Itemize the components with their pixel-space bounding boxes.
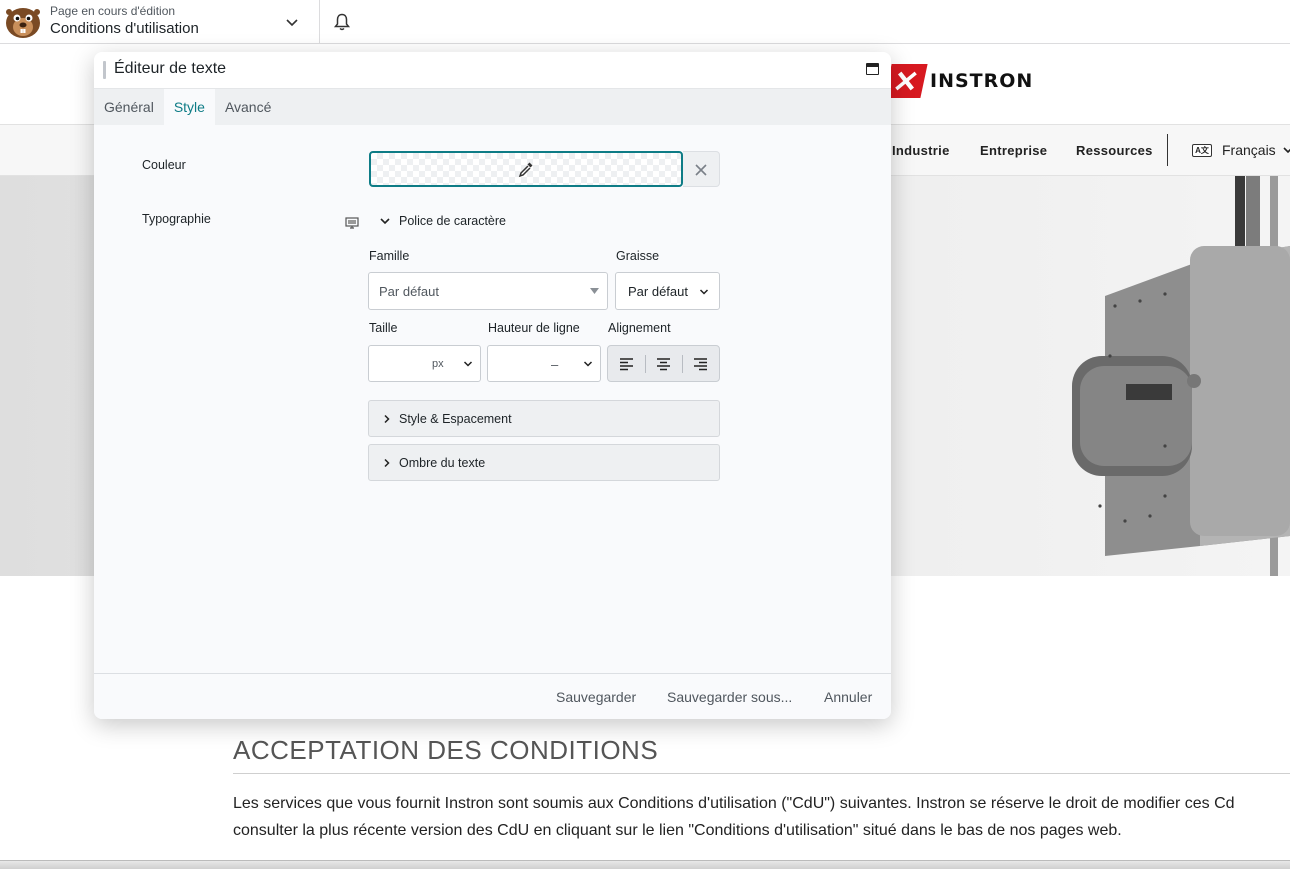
alignment-label: Alignement (608, 321, 671, 335)
line-height-label: Hauteur de ligne (488, 321, 580, 335)
align-left-icon (620, 358, 633, 371)
font-size-input[interactable]: px (368, 345, 481, 382)
style-spacing-label: Style & Espacement (399, 412, 512, 426)
chevron-down-icon[interactable] (284, 14, 300, 30)
editor-topbar: Page en cours d'édition Conditions d'uti… (0, 0, 1290, 44)
beaver-builder-logo-icon[interactable] (4, 3, 42, 41)
align-left-button[interactable] (608, 346, 645, 381)
typography-label: Typographie (142, 212, 211, 226)
weight-label: Graisse (616, 249, 660, 263)
translate-icon: A文 (1192, 143, 1212, 157)
font-section-toggle[interactable]: Police de caractère (379, 214, 506, 228)
cancel-button[interactable]: Annuler (824, 689, 872, 705)
modal-footer: Sauvegarder Sauvegarder sous... Annuler (94, 673, 891, 719)
nav-divider (1167, 134, 1168, 166)
alignment-buttons (607, 345, 720, 382)
chevron-down-icon (699, 289, 709, 295)
page-info: Page en cours d'édition Conditions d'uti… (50, 4, 199, 39)
family-label: Famille (369, 249, 410, 263)
page-status-label: Page en cours d'édition (50, 4, 176, 18)
style-spacing-accordion[interactable]: Style & Espacement (368, 400, 720, 437)
modal-tabs: Général Style Avancé (94, 89, 891, 125)
font-family-value: Par défaut (379, 284, 439, 299)
save-button[interactable]: Sauvegarder (556, 689, 636, 705)
chevron-right-icon (384, 458, 390, 468)
paragraph-line-2: consulter la plus récente version des Cd… (233, 822, 1122, 839)
font-family-select[interactable]: Par défaut (368, 272, 608, 310)
desktop-icon[interactable] (345, 216, 359, 230)
instron-logo[interactable]: INSTRON (884, 64, 1034, 98)
bottom-scroll-bar (0, 860, 1290, 869)
eyedropper-icon (518, 162, 533, 178)
bell-icon[interactable] (332, 12, 352, 32)
nav-item-industrie[interactable]: Industrie (892, 143, 950, 158)
section-heading: ACCEPTATION DES CONDITIONS (233, 735, 659, 765)
maximize-icon[interactable] (866, 63, 879, 75)
color-picker-field[interactable] (369, 151, 683, 187)
caret-down-icon (590, 288, 599, 294)
line-height-value: – (551, 357, 559, 372)
font-weight-value: Par défaut (628, 284, 688, 299)
chevron-down-icon (463, 361, 473, 367)
clear-color-button[interactable] (683, 151, 720, 187)
align-center-icon (657, 358, 670, 371)
text-shadow-label: Ombre du texte (399, 456, 486, 470)
nav-item-entreprise[interactable]: Entreprise (980, 143, 1047, 158)
color-label: Couleur (142, 158, 186, 172)
chevron-down-icon (1283, 147, 1290, 154)
align-right-icon (694, 358, 707, 371)
chevron-down-icon (583, 361, 593, 367)
text-editor-modal: Éditeur de texte Général Style Avancé Co… (94, 52, 891, 719)
font-size-unit[interactable]: px (432, 358, 444, 370)
nav-item-ressources[interactable]: Ressources (1076, 143, 1153, 158)
tab-style[interactable]: Style (163, 89, 215, 125)
font-section-label: Police de caractère (399, 214, 507, 228)
tab-general[interactable]: Général (94, 89, 164, 125)
text-shadow-accordion[interactable]: Ombre du texte (368, 444, 720, 481)
paragraph-line-1: Les services que vous fournit Instron so… (233, 795, 1235, 812)
align-right-button[interactable] (682, 346, 719, 381)
save-as-button[interactable]: Sauvegarder sous... (667, 689, 792, 705)
drag-handle-icon[interactable] (103, 61, 106, 79)
terms-paragraph: Les services que vous fournit Instron so… (233, 790, 1290, 844)
chevron-right-icon (384, 414, 390, 424)
logo-text: INSTRON (930, 70, 1034, 92)
tab-advanced[interactable]: Avancé (215, 89, 281, 125)
modal-title: Éditeur de texte (114, 60, 227, 77)
topbar-divider (319, 0, 320, 44)
modal-header[interactable]: Éditeur de texte (94, 52, 891, 89)
close-icon (695, 164, 707, 176)
size-label: Taille (369, 321, 398, 335)
language-label: Français (1222, 142, 1276, 158)
font-weight-select[interactable]: Par défaut (615, 272, 720, 310)
line-height-input[interactable]: – (487, 345, 601, 382)
heading-rule (233, 773, 1290, 774)
chevron-down-icon (380, 218, 390, 225)
align-center-button[interactable] (645, 346, 682, 381)
language-selector[interactable]: A文 Français (1192, 142, 1290, 158)
page-title[interactable]: Conditions d'utilisation (50, 19, 199, 39)
